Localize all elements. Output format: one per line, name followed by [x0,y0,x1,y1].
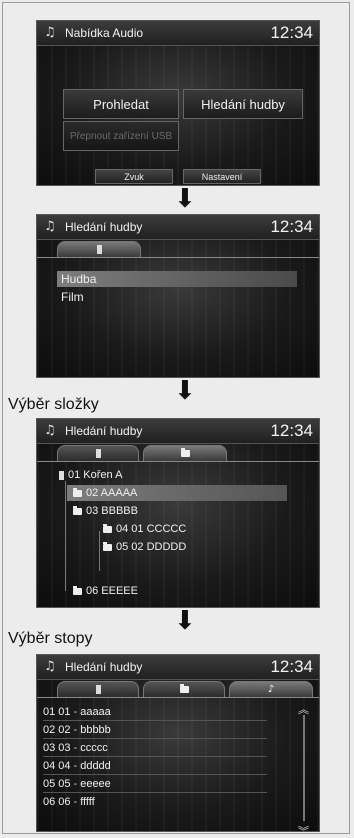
track-select-screen: ♫ Hledání hudby 12:34 ♪ 01 01- aaaaa 02 0… [36,654,320,832]
track-name: ccccc [80,741,108,754]
browse-button[interactable]: Prohledat [63,89,179,119]
tab-usb[interactable] [57,681,139,697]
sound-button[interactable]: Zvuk [95,169,173,184]
track-name: eeeee [80,777,111,790]
tab-divider [37,257,319,258]
usb-icon [95,449,101,458]
settings-button[interactable]: Nastavení [183,169,261,184]
track-number: 04 04 [43,759,71,772]
arrow-down-icon: ⬇ [174,184,196,214]
track-select-label: Výběr stopy [8,630,93,647]
screen-title: Hledání hudby [65,660,143,674]
tree-line [65,481,66,591]
switch-usb-button[interactable]: Přepnout zařízení USB [63,121,179,151]
track-row[interactable]: 06 06- fffff [43,793,267,810]
folder-icon [73,585,82,595]
list-item-film[interactable]: Film [57,289,297,305]
title-bar: ♫ Hledání hudby 12:34 [37,419,319,444]
screen-title: Hledání hudby [65,220,143,234]
clock: 12:34 [270,23,313,42]
music-search-button[interactable]: Hledání hudby [183,89,303,119]
music-search-screen: ♫ Hledání hudby 12:34 Hudba Film [36,214,320,378]
folder-item[interactable]: 02 AAAAA [67,485,287,501]
title-bar: ♫ Hledání hudby 12:34 [37,655,319,680]
track-number: 01 01 [43,705,71,718]
folder-select-screen: ♫ Hledání hudby 12:34 01 Kořen A 02 AAAA… [36,418,320,608]
music-note-icon: ♪ [267,684,275,695]
list-item-music[interactable]: Hudba [57,271,297,287]
track-row[interactable]: 02 02- bbbbb [43,721,267,739]
track-row[interactable]: 05 05- eeeee [43,775,267,793]
folder-label: 03 BBBBB [86,505,138,517]
tab-divider [37,461,319,462]
tree-root[interactable]: 01 Kořen A [59,467,122,483]
folder-icon [73,487,82,497]
title-bar: ♫ Nabídka Audio 12:34 [37,21,319,46]
usb-icon [59,470,64,480]
folder-icon [73,505,82,515]
folder-item[interactable]: 06 EEEEE [73,583,138,599]
tab-divider [37,697,319,698]
track-number: 02 02 [43,723,71,736]
screen-title: Hledání hudby [65,424,143,438]
screen-title: Nabídka Audio [65,26,144,40]
track-row[interactable]: 03 03- ccccc [43,739,267,757]
audio-menu-screen: ♫ Nabídka Audio 12:34 Prohledat Hledání … [36,20,320,186]
clock: 12:34 [270,657,313,676]
folder-label: 06 EEEEE [86,585,138,597]
track-number: 06 06 [43,795,71,808]
folder-icon [179,684,189,693]
tree-line [99,531,100,571]
track-row[interactable]: 01 01- aaaaa [43,703,267,721]
arrow-down-icon: ⬇ [174,376,196,406]
scroll-down-icon[interactable]: ︾ [298,823,309,831]
folder-label: 01 Kořen A [68,469,123,481]
arrow-down-icon: ⬇ [174,606,196,636]
folder-item[interactable]: 03 BBBBB [73,503,138,519]
music-note-icon: ♫ [44,423,56,438]
music-note-icon: ♫ [44,659,56,674]
tab-usb[interactable] [57,445,139,461]
track-name: aaaaa [80,705,111,718]
tab-tracks[interactable]: ♪ [229,681,313,697]
folder-select-label: Výběr složky [8,396,99,413]
track-number: 03 03 [43,741,71,754]
scroll-track[interactable] [303,715,305,821]
folder-icon [103,541,112,551]
track-name: fffff [80,795,95,808]
music-note-icon: ♫ [44,25,56,40]
music-note-icon: ♫ [44,219,56,234]
tab-folders[interactable] [143,681,225,697]
track-name: ddddd [80,759,111,772]
track-number: 05 05 [43,777,71,790]
track-row[interactable]: 04 04- ddddd [43,757,267,775]
folder-item[interactable]: 05 02 DDDDD [103,539,186,555]
folder-item[interactable]: 04 01 CCCCC [103,521,186,537]
usb-icon [95,685,101,694]
track-name: bbbbb [80,723,111,736]
folder-icon [103,523,112,533]
scrollbar[interactable]: ︽ ︾ [297,701,311,831]
tab-folders[interactable] [143,445,227,461]
clock: 12:34 [270,217,313,236]
folder-label: 02 AAAAA [86,487,138,499]
clock: 12:34 [270,421,313,440]
usb-icon [96,245,102,254]
folder-icon [180,448,190,457]
title-bar: ♫ Hledání hudby 12:34 [37,215,319,240]
folder-label: 04 01 CCCCC [116,523,187,535]
tab-usb[interactable] [57,241,141,257]
folder-label: 05 02 DDDDD [116,541,187,553]
